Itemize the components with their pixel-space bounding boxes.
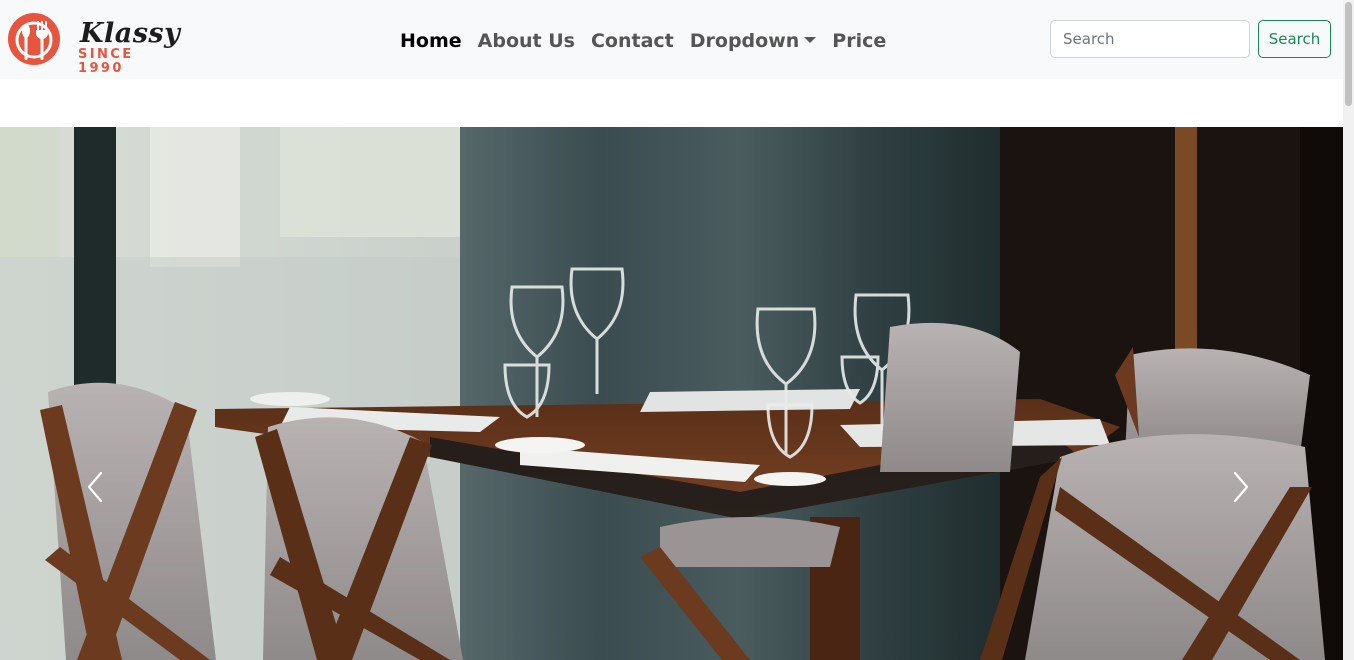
- nav-dropdown-label: Dropdown: [689, 30, 800, 52]
- nav-link-contact[interactable]: Contact: [583, 27, 682, 55]
- restaurant-table-photo: [0, 127, 1343, 660]
- brand-name: Klassy: [80, 18, 181, 49]
- restaurant-logo-icon: [8, 13, 60, 65]
- main-nav: Home About Us Contact Dropdown Price: [392, 27, 894, 55]
- nav-link-home[interactable]: Home: [392, 27, 470, 55]
- carousel-prev-button[interactable]: [65, 457, 125, 517]
- nav-link-about-us[interactable]: About Us: [470, 27, 583, 55]
- search-button[interactable]: Search: [1258, 20, 1331, 58]
- search-input[interactable]: [1050, 20, 1250, 58]
- brand-logo[interactable]: Klassy SINCE 1990: [6, 10, 186, 76]
- nav-link-price[interactable]: Price: [824, 27, 894, 55]
- scrollbar-thumb[interactable]: [1345, 2, 1352, 106]
- navbar: Klassy SINCE 1990 Home About Us Contact …: [0, 0, 1343, 79]
- page-scrollbar[interactable]: [1343, 0, 1354, 660]
- chevron-left-icon: [87, 471, 103, 503]
- carousel-next-button[interactable]: [1211, 457, 1271, 517]
- nav-dropdown-toggle[interactable]: Dropdown: [682, 27, 825, 55]
- chevron-right-icon: [1233, 471, 1249, 503]
- hero-carousel: [0, 127, 1343, 660]
- brand-tagline: SINCE 1990: [78, 47, 134, 76]
- caret-down-icon: [804, 37, 817, 43]
